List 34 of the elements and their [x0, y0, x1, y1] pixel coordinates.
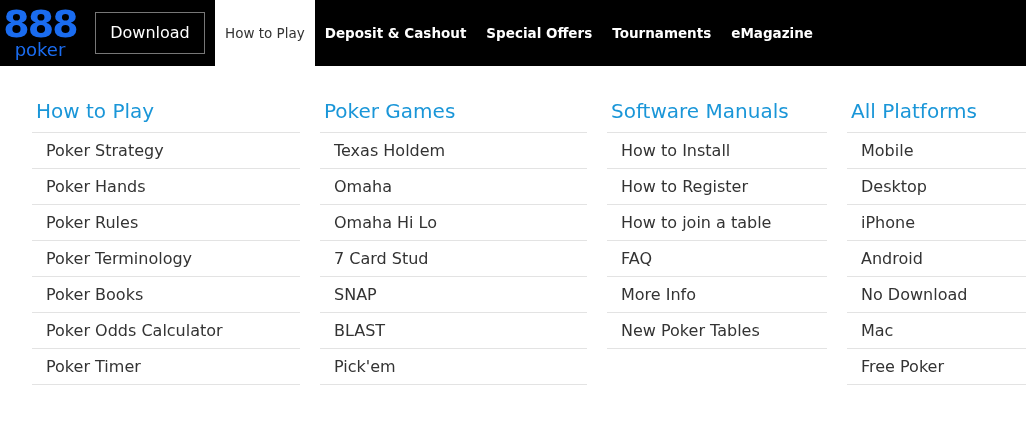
- menu-link[interactable]: Poker Terminology: [46, 246, 193, 271]
- menu-link[interactable]: Texas Holdem: [334, 138, 446, 163]
- column-heading: Software Manuals: [610, 98, 790, 125]
- column-heading: Poker Games: [323, 98, 457, 125]
- menu-link[interactable]: Omaha: [334, 174, 392, 199]
- menu-link[interactable]: How to join a table: [621, 210, 772, 235]
- download-button[interactable]: Download: [95, 12, 205, 54]
- menu-link[interactable]: Omaha Hi Lo: [334, 210, 437, 235]
- menu-link[interactable]: Poker Timer: [46, 354, 141, 379]
- menu-link[interactable]: Free Poker: [861, 354, 945, 379]
- menu-link[interactable]: 7 Card Stud: [334, 246, 429, 271]
- menu-link[interactable]: iPhone: [861, 210, 915, 235]
- menu-link[interactable]: Poker Rules: [46, 210, 139, 235]
- column-heading: All Platforms: [850, 98, 978, 125]
- menu-link[interactable]: SNAP: [334, 282, 377, 307]
- menu-link[interactable]: Poker Odds Calculator: [46, 318, 223, 343]
- column-heading: How to Play: [35, 98, 156, 125]
- menu-link[interactable]: New Poker Tables: [621, 318, 760, 343]
- menu-link[interactable]: FAQ: [621, 246, 652, 271]
- menu-link[interactable]: Desktop: [861, 174, 927, 199]
- menu-link[interactable]: Mac: [861, 318, 894, 343]
- menu-link[interactable]: How to Register: [621, 174, 748, 199]
- menu-link[interactable]: Poker Books: [46, 282, 144, 307]
- logo[interactable]: 888 poker: [0, 0, 80, 66]
- menu-link[interactable]: How to Install: [621, 138, 731, 163]
- menu-link[interactable]: Poker Strategy: [46, 138, 164, 163]
- menu-link[interactable]: Mobile: [861, 138, 914, 163]
- menu-link[interactable]: Android: [861, 246, 923, 271]
- menu-link[interactable]: No Download: [861, 282, 968, 307]
- menu-link[interactable]: Poker Hands: [46, 174, 146, 199]
- menu-link[interactable]: BLAST: [334, 318, 386, 343]
- menu-link[interactable]: Pick'em: [334, 354, 396, 379]
- nav-tab[interactable]: How to Play: [215, 0, 315, 66]
- menu-link[interactable]: More Info: [621, 282, 697, 307]
